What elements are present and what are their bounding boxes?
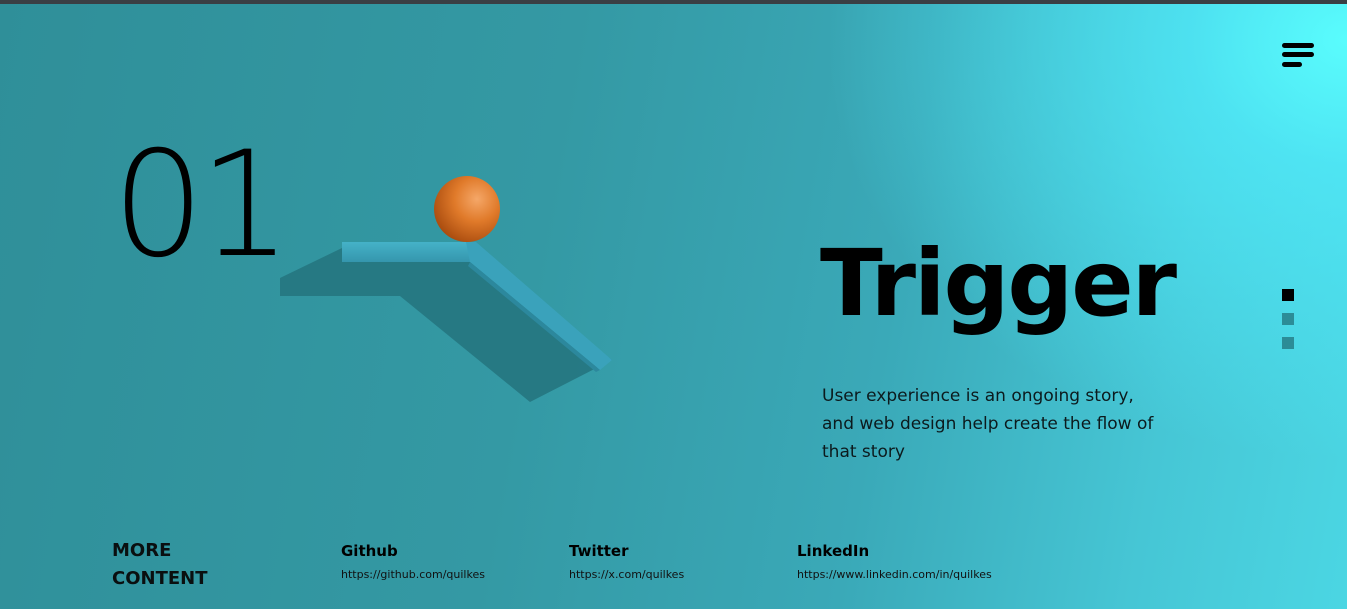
hero-slide: 01 Trigger User experience is an ongoing… bbox=[0, 0, 1347, 609]
twitter-link-block: Twitter https://x.com/quilkes bbox=[569, 542, 684, 582]
slide-pagination bbox=[1282, 289, 1295, 361]
pagination-dot-1[interactable] bbox=[1282, 289, 1294, 301]
github-title: Github bbox=[341, 542, 398, 560]
ramp-flat-front bbox=[342, 242, 470, 262]
ball-ramp-illustration bbox=[280, 176, 612, 402]
twitter-url-link[interactable]: https://x.com/quilkes bbox=[569, 568, 684, 582]
linkedin-title: LinkedIn bbox=[797, 542, 870, 560]
pagination-dot-2[interactable] bbox=[1282, 313, 1294, 325]
linkedin-url-link[interactable]: https://www.linkedin.com/in/quilkes bbox=[797, 568, 992, 582]
more-content-line-2: CONTENT bbox=[112, 568, 208, 589]
menu-button[interactable] bbox=[1280, 43, 1316, 71]
orange-ball bbox=[434, 176, 500, 242]
hamburger-line bbox=[1282, 62, 1302, 67]
pagination-dot-3[interactable] bbox=[1282, 337, 1294, 349]
github-url-link[interactable]: https://github.com/quilkes bbox=[341, 568, 485, 582]
more-content-heading: MORE CONTENT bbox=[112, 537, 208, 593]
github-link-block: Github https://github.com/quilkes bbox=[341, 542, 485, 582]
twitter-title: Twitter bbox=[569, 542, 629, 560]
slide-number: 01 bbox=[112, 120, 292, 290]
linkedin-link-block: LinkedIn https://www.linkedin.com/in/qui… bbox=[797, 542, 992, 582]
slide-title: Trigger bbox=[820, 230, 1177, 337]
slide-description: User experience is an ongoing story, and… bbox=[822, 386, 1154, 462]
browser-top-strip bbox=[0, 0, 1347, 4]
more-content-line-1: MORE bbox=[112, 540, 172, 561]
hamburger-menu-icon bbox=[1282, 43, 1314, 48]
hamburger-line bbox=[1282, 52, 1314, 57]
